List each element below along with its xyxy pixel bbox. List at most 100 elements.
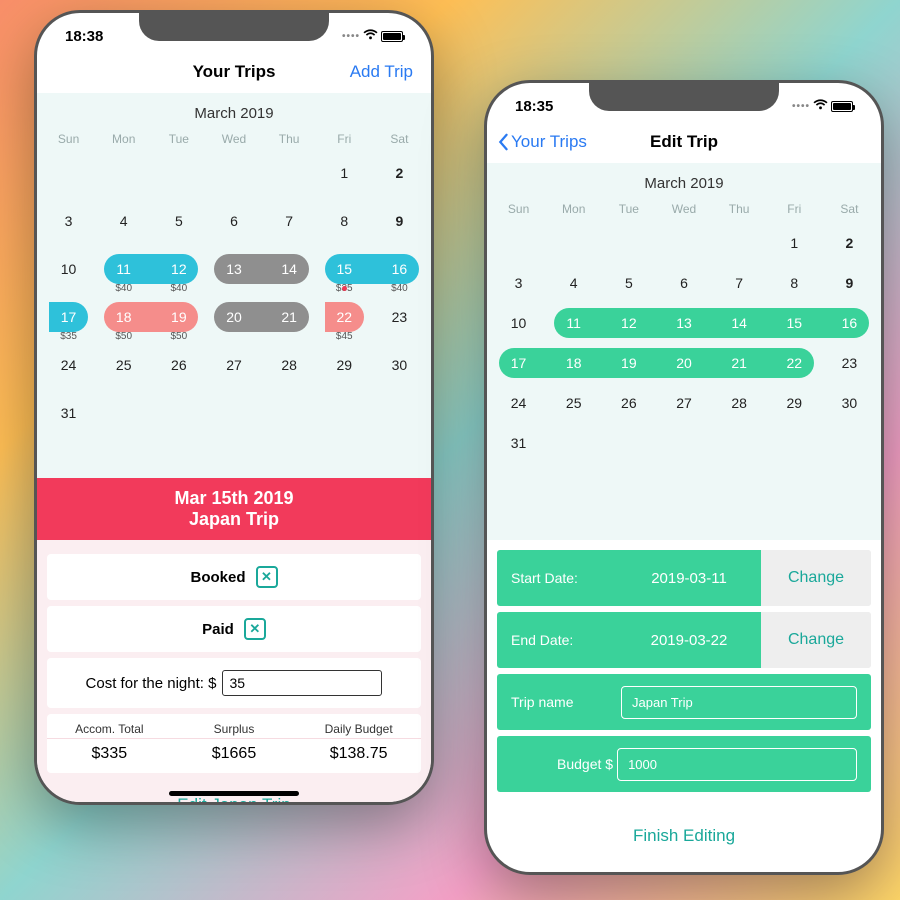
calendar-month[interactable]: March 2019	[487, 169, 881, 202]
calendar-day[interactable]: 25	[546, 382, 601, 420]
calendar-day[interactable]: 14	[262, 248, 317, 294]
calendar-day[interactable]: 28	[712, 382, 767, 420]
calendar-day[interactable]: 26	[151, 344, 206, 390]
cell-dots-icon: ••••	[792, 101, 810, 112]
calendar-day[interactable]: 1	[767, 222, 822, 260]
calendar-day[interactable]: 14	[712, 302, 767, 340]
calendar-day[interactable]: 5	[151, 200, 206, 246]
calendar-day[interactable]: 29	[317, 344, 372, 390]
trip-name-input[interactable]	[621, 686, 857, 719]
booked-toggle[interactable]: Booked ✕	[47, 554, 421, 600]
cost-row: Cost for the night: $	[47, 658, 421, 708]
notch	[589, 83, 779, 111]
close-icon: ✕	[256, 566, 278, 588]
calendar-day[interactable]: 10	[491, 302, 546, 340]
calendar-day[interactable]: 12	[601, 302, 656, 340]
change-end-button[interactable]: Change	[761, 612, 871, 668]
calendar-day[interactable]: 8	[317, 200, 372, 246]
battery-icon	[831, 101, 853, 112]
calendar-day[interactable]: 3	[491, 262, 546, 300]
back-button[interactable]: Your Trips	[497, 132, 587, 152]
calendar: March 2019 SunMonTueWedThuFriSat 1234567…	[487, 163, 881, 540]
calendar-day[interactable]: 22$45	[317, 296, 372, 342]
calendar-day[interactable]: 26	[601, 382, 656, 420]
budget-row: Budget $	[497, 736, 871, 792]
calendar-day[interactable]: 16	[822, 302, 877, 340]
calendar-day[interactable]: 13	[656, 302, 711, 340]
calendar-day[interactable]: 12$40	[151, 248, 206, 294]
calendar-day[interactable]: 30	[822, 382, 877, 420]
calendar-day[interactable]: 23	[372, 296, 427, 342]
end-date-row: End Date: 2019-03-22 Change	[497, 612, 871, 668]
paid-toggle[interactable]: Paid ✕	[47, 606, 421, 652]
calendar-day[interactable]: 23	[822, 342, 877, 380]
selected-date: Mar 15th 2019	[37, 488, 431, 509]
home-indicator[interactable]	[169, 791, 299, 796]
calendar-day[interactable]: 19$50	[151, 296, 206, 342]
calendar-day[interactable]: 29	[767, 382, 822, 420]
calendar-day[interactable]: 3	[41, 200, 96, 246]
calendar-day[interactable]: 6	[206, 200, 261, 246]
calendar-day[interactable]: 15	[767, 302, 822, 340]
calendar-day[interactable]: 24	[491, 382, 546, 420]
calendar-day[interactable]: 4	[96, 200, 151, 246]
calendar-day[interactable]: 27	[206, 344, 261, 390]
calendar-day[interactable]: 5	[601, 262, 656, 300]
phone-your-trips: 18:38 •••• Your Trips Add Trip March 201…	[34, 10, 434, 805]
calendar-day[interactable]: 16$40	[372, 248, 427, 294]
calendar-day[interactable]: 20	[656, 342, 711, 380]
calendar-month[interactable]: March 2019	[37, 99, 431, 132]
trip-name-row: Trip name	[497, 674, 871, 730]
calendar-day[interactable]: 21	[262, 296, 317, 342]
phone-edit-trip: 18:35 •••• Your Trips Edit Trip March 20…	[484, 80, 884, 875]
calendar-day[interactable]: 2	[372, 152, 427, 198]
budget-input[interactable]	[617, 748, 857, 781]
finish-editing-button[interactable]: Finish Editing	[487, 810, 881, 862]
wifi-icon	[363, 28, 378, 45]
status-indicators: ••••	[342, 28, 403, 45]
cost-label: Cost for the night: $	[86, 675, 217, 692]
status-indicators: ••••	[792, 98, 853, 115]
calendar-day[interactable]: 21	[712, 342, 767, 380]
calendar-day[interactable]: 11$40	[96, 248, 151, 294]
clock: 18:38	[65, 28, 103, 45]
calendar-day[interactable]: 13	[206, 248, 261, 294]
calendar-day[interactable]: 4	[546, 262, 601, 300]
calendar-dow: SunMonTueWedThuFriSat	[487, 202, 881, 222]
calendar-day[interactable]: 30	[372, 344, 427, 390]
calendar-day[interactable]: 22	[767, 342, 822, 380]
calendar-day[interactable]: 7	[712, 262, 767, 300]
calendar-day[interactable]: 17	[491, 342, 546, 380]
calendar-day[interactable]: 10	[41, 248, 96, 294]
calendar-day[interactable]: 27	[656, 382, 711, 420]
calendar-day[interactable]: 24	[41, 344, 96, 390]
selected-trip-banner: Mar 15th 2019 Japan Trip	[37, 478, 431, 540]
notch	[139, 13, 329, 41]
cost-input[interactable]	[222, 670, 382, 696]
calendar-day[interactable]: 17$35	[41, 296, 96, 342]
calendar-day[interactable]: 1	[317, 152, 372, 198]
calendar-day[interactable]: 6	[656, 262, 711, 300]
calendar-days: 1234567891011$4012$40131415$3516$4017$35…	[37, 152, 431, 438]
calendar-day[interactable]: 8	[767, 262, 822, 300]
calendar-day[interactable]: 9	[822, 262, 877, 300]
clock: 18:35	[515, 98, 553, 115]
calendar-day[interactable]: 18	[546, 342, 601, 380]
calendar-day[interactable]: 25	[96, 344, 151, 390]
calendar-day[interactable]: 28	[262, 344, 317, 390]
calendar-day[interactable]: 20	[206, 296, 261, 342]
calendar-day[interactable]: 2	[822, 222, 877, 260]
calendar-day[interactable]: 31	[41, 392, 96, 438]
add-trip-button[interactable]: Add Trip	[350, 62, 413, 82]
calendar-day[interactable]: 19	[601, 342, 656, 380]
calendar-day[interactable]: 7	[262, 200, 317, 246]
nav-bar: Your Trips Add Trip	[37, 51, 431, 93]
close-icon: ✕	[244, 618, 266, 640]
calendar: March 2019 SunMonTueWedThuFriSat 1234567…	[37, 93, 431, 478]
change-start-button[interactable]: Change	[761, 550, 871, 606]
calendar-day[interactable]: 18$50	[96, 296, 151, 342]
calendar-day[interactable]: 15$35	[317, 248, 372, 294]
calendar-day[interactable]: 31	[491, 422, 546, 460]
calendar-day[interactable]: 9	[372, 200, 427, 246]
calendar-day[interactable]: 11	[546, 302, 601, 340]
